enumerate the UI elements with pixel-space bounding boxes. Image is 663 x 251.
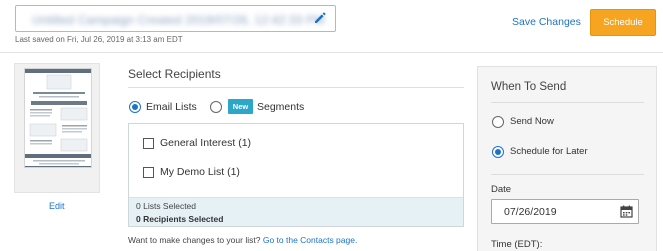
when-to-send-heading: When To Send	[491, 81, 567, 93]
segments-radio[interactable]	[210, 101, 222, 113]
when-to-send-divider	[491, 102, 644, 103]
header-divider	[0, 52, 663, 53]
send-now-label[interactable]: Send Now	[510, 116, 554, 127]
schedule-button[interactable]: Schedule	[590, 9, 656, 36]
contacts-page-link[interactable]: Go to the Contacts page.	[263, 235, 358, 245]
select-recipients-heading: Select Recipients	[128, 67, 221, 81]
schedule-later-label[interactable]: Schedule for Later	[510, 146, 588, 157]
when-to-send-panel: When To Send Send Now Schedule for Later…	[477, 66, 657, 251]
date-label: Date	[491, 184, 512, 195]
general-interest-label[interactable]: General Interest (1)	[160, 137, 251, 149]
my-demo-list-checkbox[interactable]	[143, 167, 154, 178]
date-value: 07/26/2019	[504, 206, 557, 218]
schedule-later-radio[interactable]	[492, 146, 504, 158]
list-changes-prompt: Want to make changes to your list? Go to…	[128, 235, 357, 245]
recipients-selected-count: 0 Recipients Selected	[136, 214, 224, 224]
schedule-divider	[491, 174, 644, 175]
new-badge: New	[228, 99, 253, 114]
recipients-divider	[128, 87, 464, 88]
edit-email-link[interactable]: Edit	[49, 201, 65, 211]
email-lists-label[interactable]: Email Lists	[146, 101, 197, 113]
email-thumbnail-graphic	[25, 69, 91, 167]
email-preview-panel	[14, 63, 100, 193]
list-changes-text: Want to make changes to your list?	[128, 235, 261, 245]
pencil-icon[interactable]	[313, 11, 327, 25]
selection-summary: 0 Lists Selected 0 Recipients Selected	[129, 197, 463, 226]
segments-label[interactable]: Segments	[257, 101, 304, 113]
email-lists-radio[interactable]	[129, 101, 141, 113]
send-now-radio[interactable]	[492, 116, 504, 128]
email-thumbnail[interactable]	[24, 68, 92, 168]
campaign-name-field[interactable]: Untitled Campaign Created 2019/07/26, 12…	[15, 5, 336, 32]
email-lists-box: General Interest (1) My Demo List (1) 0 …	[128, 123, 464, 227]
campaign-name-text: Untitled Campaign Created 2019/07/26, 12…	[32, 13, 325, 27]
last-saved-text: Last saved on Fri, Jul 26, 2019 at 3:13 …	[15, 35, 183, 44]
general-interest-checkbox[interactable]	[143, 138, 154, 149]
time-label: Time (EDT):	[491, 239, 543, 250]
lists-selected-count: 0 Lists Selected	[136, 201, 197, 211]
my-demo-list-label[interactable]: My Demo List (1)	[160, 166, 240, 178]
save-changes-link[interactable]: Save Changes	[512, 16, 581, 28]
calendar-icon[interactable]	[620, 205, 633, 218]
date-field[interactable]: 07/26/2019	[491, 199, 639, 224]
